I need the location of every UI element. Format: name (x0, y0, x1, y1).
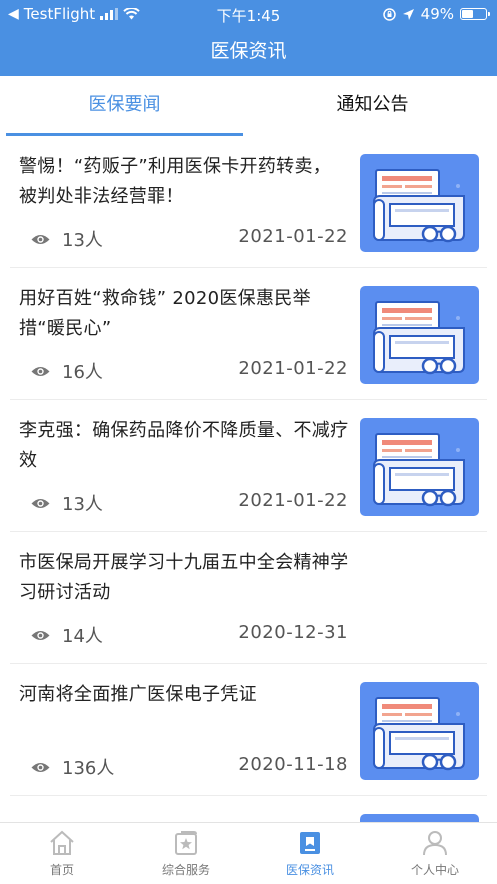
bottom-tab-news[interactable]: 医保资讯 (248, 823, 372, 884)
news-thumbnail[interactable] (360, 814, 479, 822)
view-count-text: 13人 (62, 494, 103, 515)
news-title[interactable]: 用好百姓“救命钱” 2020医保惠民举措“暖民心” (19, 284, 349, 344)
eye-icon (31, 630, 50, 640)
view-count-text: 13人 (62, 230, 103, 251)
bottom-tab-services[interactable]: 综合服务 (124, 823, 248, 884)
bottom-tab-label: 首页 (49, 863, 74, 877)
news-list[interactable]: 警惕！“药贩子”利用医保卡开药转卖，被判处非法经营罪！ 13人 2021-01-… (0, 136, 497, 822)
bottom-tab-label: 医保资讯 (285, 863, 334, 877)
bottom-tab-home[interactable]: 首页 (0, 823, 124, 884)
list-item[interactable]: 用好百姓“救命钱” 2020医保惠民举措“暖民心” 16人 2021-01-22 (0, 268, 497, 400)
bookmark-icon (300, 832, 320, 854)
home-icon (50, 830, 74, 855)
view-count-text: 14人 (62, 626, 103, 647)
view-count-text: 16人 (62, 362, 103, 383)
newspaper-glasses-icon (373, 697, 465, 771)
nav-bar: 医保资讯 (0, 28, 497, 76)
news-thumbnail[interactable] (360, 286, 479, 384)
newspaper-glasses-icon (373, 433, 465, 507)
eye-icon (31, 366, 50, 376)
news-title[interactable]: 警惕！“药贩子”利用医保卡开药转卖，被判处非法经营罪！ (19, 152, 349, 212)
news-thumbnail[interactable] (360, 682, 479, 780)
orientation-lock-icon (382, 7, 396, 21)
publish-date: 2021-01-22 (238, 358, 348, 379)
tab-bar: 医保要闻 通知公告 (0, 76, 497, 136)
publish-date: 2020-12-31 (238, 622, 348, 643)
bottom-tab-profile[interactable]: 个人中心 (373, 823, 497, 884)
publish-date: 2021-01-22 (238, 226, 348, 247)
newspaper-glasses-icon (373, 169, 465, 243)
tab-medical-news[interactable]: 医保要闻 (6, 76, 243, 136)
page-title: 医保资讯 (210, 40, 287, 62)
list-item[interactable]: 河南将全面推广医保电子凭证 136人 2020-11-18 (0, 664, 497, 796)
publish-date: 2021-01-22 (238, 490, 348, 511)
view-count: 16人 (31, 358, 103, 384)
news-title[interactable]: 李克强：确保药品降价不降质量、不减疗效 (19, 416, 349, 476)
list-item[interactable]: 市医保局开展学习十九届五中全会精神学习研讨活动 14人 2020-12-31 (0, 532, 497, 664)
bottom-tab-label: 综合服务 (161, 863, 210, 877)
news-thumbnail[interactable] (360, 418, 479, 516)
location-icon (402, 8, 414, 20)
view-count: 136人 (31, 754, 114, 780)
tab-notices[interactable]: 通知公告 (248, 76, 497, 136)
news-thumbnail[interactable] (360, 154, 479, 252)
news-title[interactable]: 市医保局开展学习十九届五中全会精神学习研讨活动 (19, 548, 349, 608)
battery-icon (460, 8, 490, 20)
battery-percent: 49% (420, 5, 454, 23)
newspaper-glasses-icon (373, 301, 465, 375)
list-item-partial[interactable] (0, 796, 497, 822)
list-item[interactable]: 警惕！“药贩子”利用医保卡开药转卖，被判处非法经营罪！ 13人 2021-01-… (0, 136, 497, 268)
view-count: 13人 (31, 490, 103, 516)
eye-icon (31, 234, 50, 244)
status-right: 49% (382, 5, 490, 23)
eye-icon (31, 498, 50, 508)
list-item[interactable]: 李克强：确保药品降价不降质量、不减疗效 13人 2021-01-22 (0, 400, 497, 532)
bottom-tab-label: 个人中心 (410, 863, 459, 877)
person-icon (423, 831, 447, 856)
view-count-text: 136人 (62, 758, 115, 779)
view-count: 13人 (31, 226, 103, 252)
status-bar: ◀ TestFlight 下午1:45 49% (0, 0, 497, 28)
eye-icon (31, 762, 50, 772)
publish-date: 2020-11-18 (238, 754, 348, 775)
view-count: 14人 (31, 622, 103, 648)
bottom-tab-bar: 首页 综合服务 医保资讯 个人中心 (0, 822, 497, 884)
star-card-icon (175, 831, 197, 855)
news-title[interactable]: 河南将全面推广医保电子凭证 (19, 680, 349, 710)
